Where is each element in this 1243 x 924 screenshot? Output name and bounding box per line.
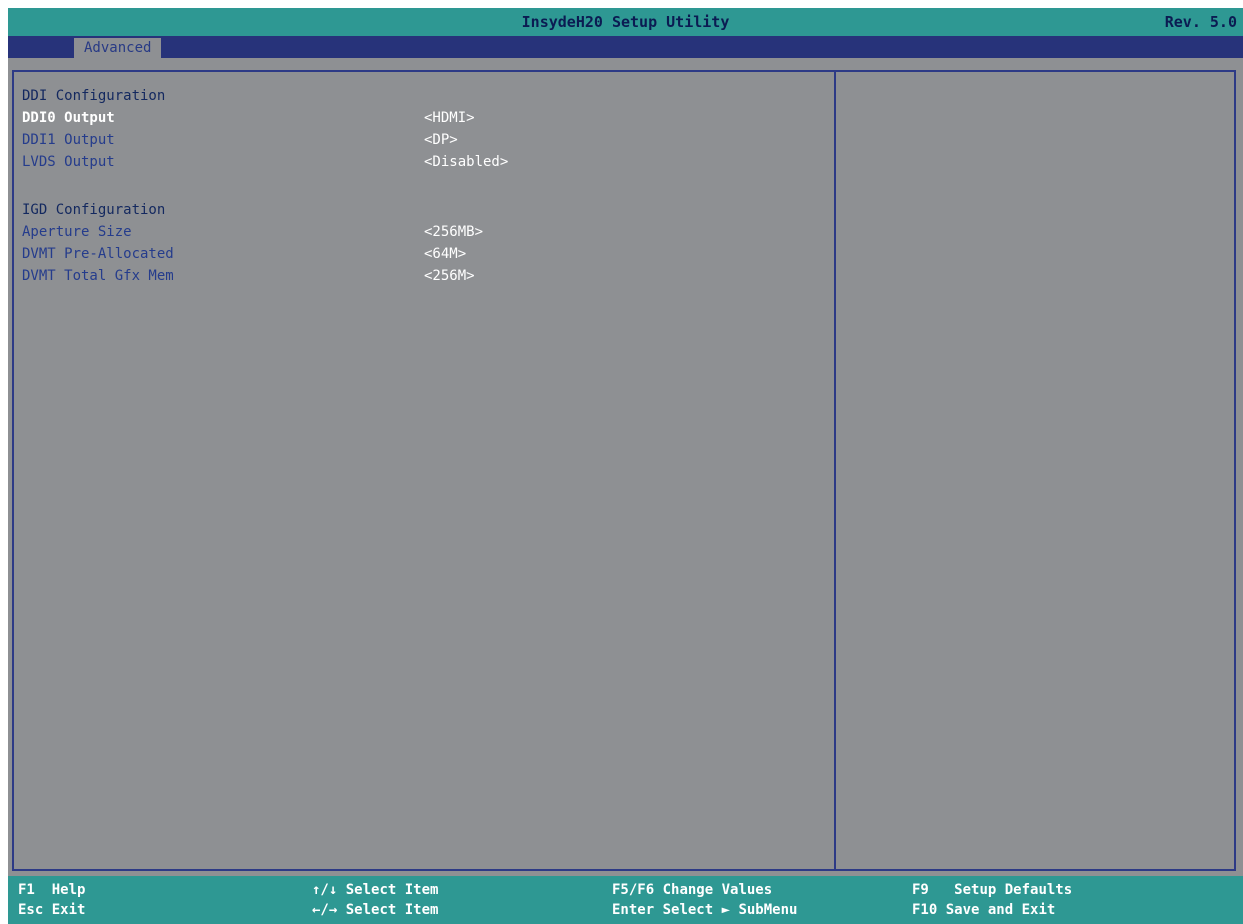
key-up-down: ↑/↓	[312, 882, 338, 898]
key-hint-exit: Esc Exit	[18, 900, 85, 920]
setting-ddi0-output-label[interactable]: DDI0 Output	[22, 108, 115, 128]
key-hint-select-item-vertical: ↑/↓ Select Item	[312, 880, 438, 900]
setting-ddi1-output-value[interactable]: <DP>	[424, 130, 458, 150]
key-f5-f6: F5/F6	[612, 882, 655, 898]
key-hint-save-exit: F10 Save and Exit	[912, 900, 1055, 920]
setting-aperture-size-label[interactable]: Aperture Size	[22, 222, 132, 242]
utility-title: InsydeH20 Setup Utility	[521, 13, 730, 31]
setting-dvmt-pre-allocated-label[interactable]: DVMT Pre-Allocated	[22, 244, 174, 264]
bios-setup-screen: InsydeH20 Setup Utility Rev. 5.0 Advance…	[8, 8, 1243, 924]
section-heading-ddi: DDI Configuration	[22, 88, 166, 104]
key-enter-desc: Select ► SubMenu	[662, 902, 798, 918]
tab-advanced[interactable]: Advanced	[74, 38, 162, 58]
key-left-right: ←/→	[312, 902, 338, 918]
section-heading-igd: IGD Configuration	[22, 202, 166, 218]
key-hint-help: F1 Help	[18, 880, 85, 900]
setting-dvmt-total-gfx-mem-value[interactable]: <256M>	[424, 266, 475, 286]
key-f10-desc: Save and Exit	[945, 902, 1056, 918]
setting-dvmt-total-gfx-mem-label[interactable]: DVMT Total Gfx Mem	[22, 266, 174, 286]
key-enter: Enter	[612, 902, 655, 918]
setting-ddi1-output-label[interactable]: DDI1 Output	[22, 130, 115, 150]
setting-lvds-output-label[interactable]: LVDS Output	[22, 152, 115, 172]
key-esc-desc: Exit	[51, 902, 86, 918]
key-esc: Esc	[18, 902, 44, 918]
key-hint-select-submenu: Enter Select ► SubMenu	[612, 900, 797, 920]
setting-lvds-output-value[interactable]: <Disabled>	[424, 152, 508, 172]
key-f9: F9	[912, 882, 929, 898]
key-hint-change-values: F5/F6 Change Values	[612, 880, 772, 900]
key-f1: F1	[18, 882, 35, 898]
key-hint-setup-defaults: F9 Setup Defaults	[912, 880, 1072, 900]
help-panel	[834, 70, 1236, 871]
setting-aperture-size-value[interactable]: <256MB>	[424, 222, 483, 242]
setting-dvmt-pre-allocated-value[interactable]: <64M>	[424, 244, 466, 264]
key-f5-f6-desc: Change Values	[662, 882, 773, 898]
title-bar: InsydeH20 Setup Utility Rev. 5.0	[8, 8, 1243, 36]
key-f1-desc: Help	[51, 882, 86, 898]
setting-ddi0-output-value[interactable]: <HDMI>	[424, 108, 475, 128]
key-legend-bar: F1 Help Esc Exit ↑/↓ Select Item ←/→ Sel…	[8, 876, 1243, 924]
key-up-down-desc: Select Item	[345, 882, 439, 898]
key-hint-select-item-horizontal: ←/→ Select Item	[312, 900, 438, 920]
key-f10: F10	[912, 902, 938, 918]
tab-bar: Advanced	[8, 36, 1243, 58]
revision-label: Rev. 5.0	[1164, 13, 1237, 31]
key-f9-desc: Setup Defaults	[954, 882, 1073, 898]
settings-panel: DDI Configuration DDI0 Output <HDMI> DDI…	[12, 70, 836, 871]
key-left-right-desc: Select Item	[345, 902, 439, 918]
